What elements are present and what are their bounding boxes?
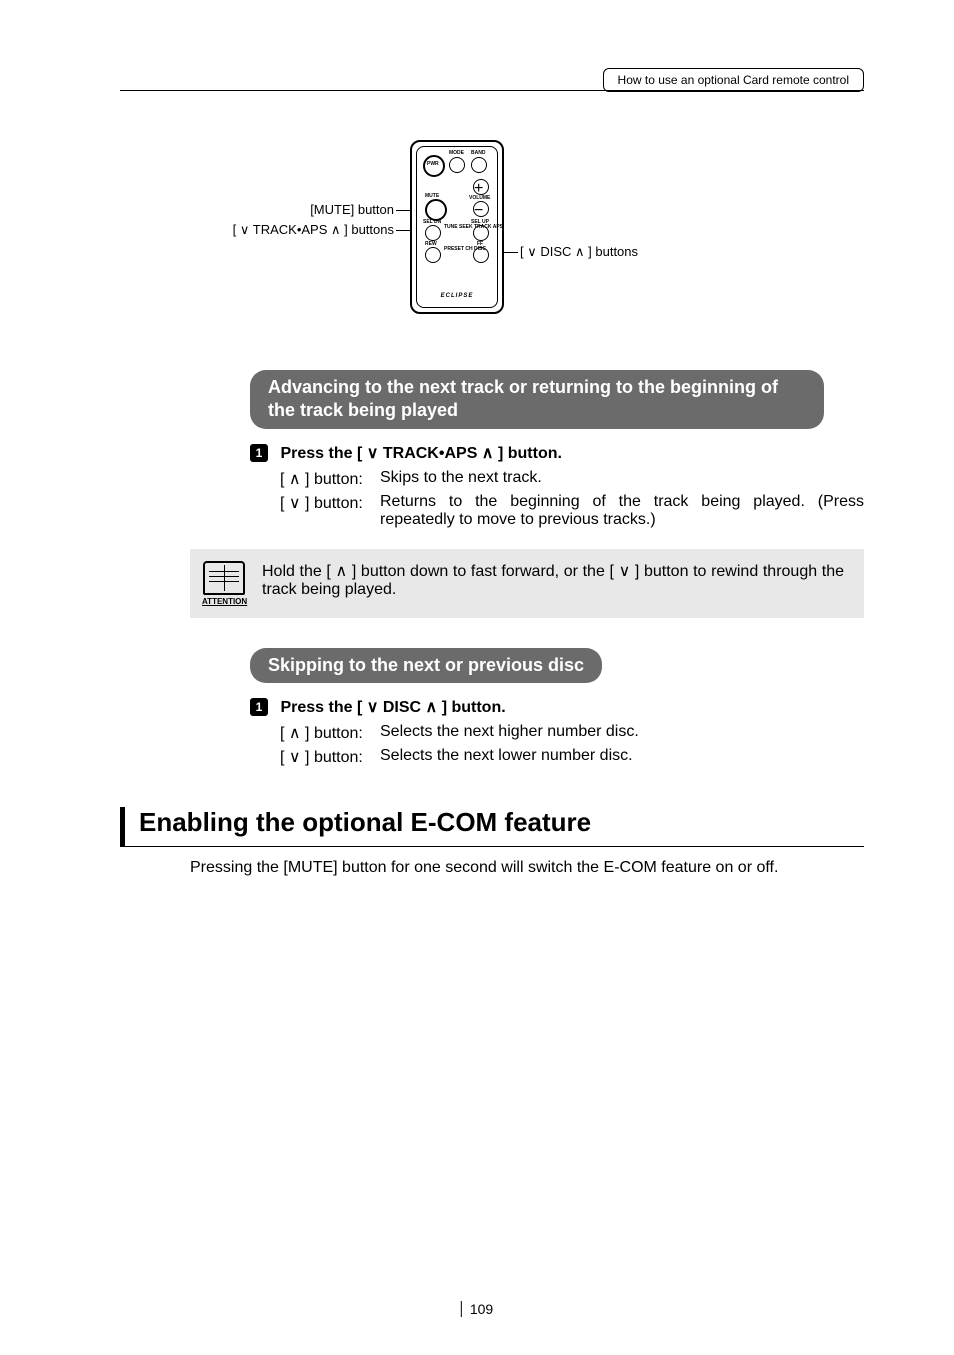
volume-label: VOLUME (469, 195, 490, 201)
mute-button (425, 199, 447, 221)
disc-down-button (425, 247, 441, 263)
sel-dn-label: SEL DN (423, 219, 441, 225)
band-button (471, 157, 487, 173)
step-block: 1 Press the [ ∨ DISC ∧ ] button. [ ∧ ] b… (250, 697, 864, 767)
label-mute: [MUTE] button (310, 202, 394, 217)
list-item: [ ∧ ] button: Skips to the next track. (280, 469, 864, 489)
attention-label: ATTENTION (202, 597, 246, 606)
list-item: [ ∨ ] button: Selects the next lower num… (280, 747, 864, 767)
preset-ch-label: PRESET CH DISC (444, 247, 486, 252)
attention-icon: ATTENTION (202, 561, 246, 606)
step-heading: Press the [ ∨ DISC ∧ ] button. (280, 699, 505, 716)
step-heading: Press the [ ∨ TRACK•APS ∧ ] button. (280, 445, 561, 462)
sub-list: [ ∧ ] button: Selects the next higher nu… (280, 723, 864, 767)
header-rule (120, 90, 864, 91)
section-pill-skipping: Skipping to the next or previous disc (250, 648, 602, 683)
step-block: 1 Press the [ ∨ TRACK•APS ∧ ] button. [ … (250, 443, 864, 529)
label-disc: [ ∨ DISC ∧ ] buttons (520, 244, 638, 260)
button-desc: Returns to the beginning of the track be… (380, 493, 864, 529)
attention-note: ATTENTION Hold the [ ∧ ] button down to … (190, 549, 864, 618)
sel-up-label: SEL UP (471, 219, 489, 225)
book-icon (203, 561, 245, 595)
mode-button (449, 157, 465, 173)
remote-diagram: [MUTE] button [ ∨ TRACK•APS ∧ ] buttons … (120, 140, 864, 340)
header-tab: How to use an optional Card remote contr… (603, 68, 864, 92)
eclipse-logo: ECLIPSE (441, 293, 474, 299)
page-number: 109 (461, 1301, 493, 1317)
page-root: How to use an optional Card remote contr… (0, 0, 954, 1355)
button-key-up: [ ∧ ] button: (280, 469, 380, 489)
step-badge: 1 (250, 698, 268, 716)
section-heading-ecom: Enabling the optional E-COM feature (120, 807, 864, 847)
button-key-down: [ ∨ ] button: (280, 747, 380, 767)
vol-down-button: − (473, 201, 489, 217)
list-item: [ ∧ ] button: Selects the next higher nu… (280, 723, 864, 743)
sub-list: [ ∧ ] button: Skips to the next track. [… (280, 469, 864, 529)
button-desc: Selects the next lower number disc. (380, 747, 864, 767)
rew-label: REW (425, 241, 437, 247)
pwr-label: PWR (427, 161, 439, 167)
button-key-down: [ ∨ ] button: (280, 493, 380, 529)
attention-text: Hold the [ ∧ ] button down to fast forwa… (262, 561, 844, 599)
button-desc: Selects the next higher number disc. (380, 723, 864, 743)
seek-down-button (425, 225, 441, 241)
body-paragraph: Pressing the [MUTE] button for one secon… (190, 859, 864, 877)
tune-seek-label: TUNE SEEK TRACK APS (444, 225, 503, 230)
ff-label: FF (477, 241, 483, 247)
vol-up-button: + (473, 179, 489, 195)
button-desc: Skips to the next track. (380, 469, 864, 489)
remote-inner: PWR MODE BAND + − VOLUME MUTE TUNE SEEK … (416, 146, 498, 308)
remote-body: PWR MODE BAND + − VOLUME MUTE TUNE SEEK … (410, 140, 504, 314)
button-key-up: [ ∧ ] button: (280, 723, 380, 743)
band-label: BAND (471, 150, 485, 156)
mode-label: MODE (449, 150, 464, 156)
mute-label: MUTE (425, 193, 439, 199)
list-item: [ ∨ ] button: Returns to the beginning o… (280, 493, 864, 529)
step-badge: 1 (250, 444, 268, 462)
section-pill-advancing: Advancing to the next track or returning… (250, 370, 824, 429)
label-track-aps: [ ∨ TRACK•APS ∧ ] buttons (233, 222, 394, 238)
